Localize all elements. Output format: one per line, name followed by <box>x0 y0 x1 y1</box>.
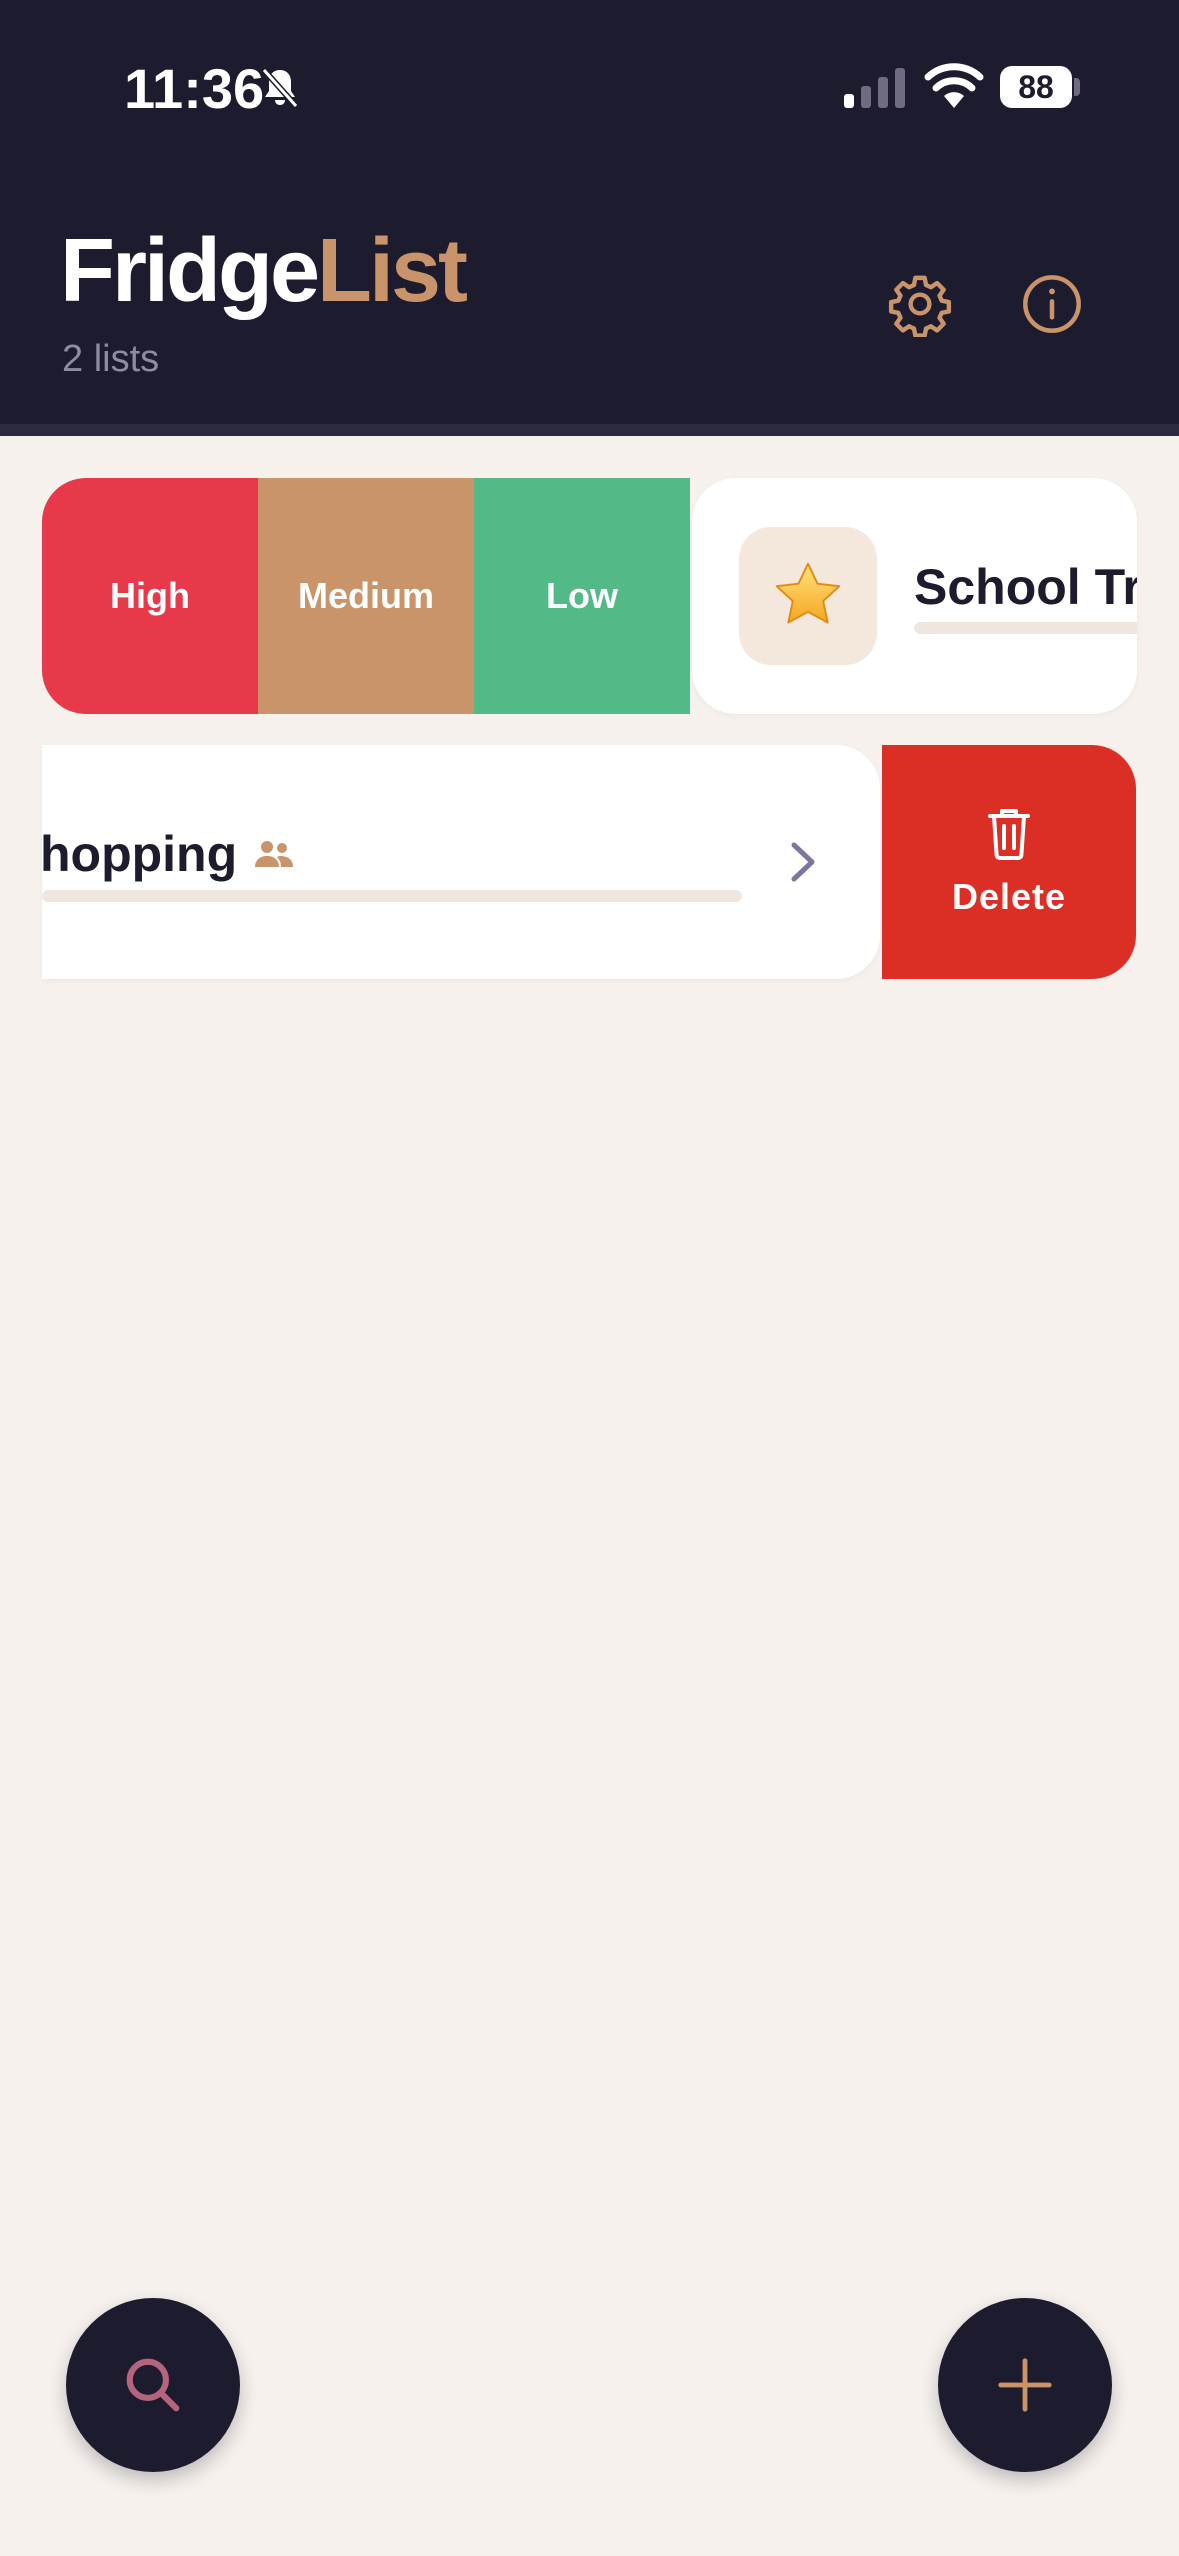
cellular-signal-icon <box>844 68 905 108</box>
gear-icon <box>888 275 952 337</box>
add-list-button[interactable] <box>938 2298 1112 2472</box>
list-title: hopping <box>42 826 238 882</box>
priority-medium-button[interactable]: Medium <box>258 478 474 714</box>
priority-high-button[interactable]: High <box>42 478 258 714</box>
delete-label: Delete <box>951 876 1067 917</box>
bell-muted-icon <box>261 68 299 108</box>
star-icon <box>775 562 841 624</box>
list-emoji-tile <box>739 527 877 665</box>
search-icon <box>126 2358 180 2412</box>
app-title-part1: Fridge <box>60 221 320 321</box>
chevron-right-icon <box>791 842 815 882</box>
list-progress-bar <box>914 622 1137 634</box>
plus-icon <box>998 2358 1052 2412</box>
list-progress-bar <box>42 890 742 902</box>
list-count: 2 lists <box>62 338 160 380</box>
battery-indicator: 88 <box>1000 66 1072 108</box>
header-divider <box>0 424 1179 436</box>
info-icon <box>1023 275 1081 333</box>
list-title: School Tri <box>914 559 1137 615</box>
settings-button[interactable] <box>880 264 960 344</box>
priority-low-button[interactable]: Low <box>474 478 690 714</box>
wifi-icon <box>924 63 984 108</box>
trash-icon <box>988 809 1030 860</box>
app-title-part2: List <box>317 221 468 321</box>
app-title: FridgeList <box>60 226 468 316</box>
app-header: 11:36 88 FridgeList 2 lists <box>0 0 1179 424</box>
delete-button[interactable]: Delete <box>882 745 1136 979</box>
info-button[interactable] <box>1012 264 1092 344</box>
search-button[interactable] <box>66 2298 240 2472</box>
list-card-school[interactable]: School Tri <box>692 478 1137 714</box>
shared-people-icon <box>255 841 293 867</box>
battery-tip <box>1074 78 1080 96</box>
priority-actions: High Medium Low <box>42 478 690 714</box>
list-card-shopping[interactable]: hopping <box>42 745 880 979</box>
status-time: 11:36 <box>124 57 265 120</box>
